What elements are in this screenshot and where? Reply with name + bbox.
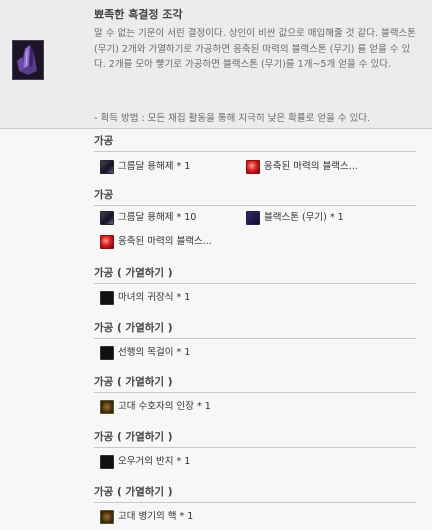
seal-icon — [100, 400, 114, 414]
divider — [94, 447, 416, 448]
recipe-block: 가공 ( 가열하기 ) 마녀의 귀장식 * 1 — [94, 266, 416, 305]
material-item[interactable]: 응축된 마력의 블랙스... — [246, 159, 358, 175]
material-label: 그름달 용해제 * 10 — [118, 212, 197, 223]
divider — [94, 502, 416, 503]
material-label: 응축된 마력의 블랙스... — [118, 236, 212, 247]
ancient-core-icon — [100, 510, 114, 524]
recipe-title: 가공 ( 가열하기 ) — [94, 376, 173, 388]
material-item[interactable]: 선행의 목걸이 * 1 — [100, 345, 190, 361]
recipe-block: 가공 ( 가열하기 ) 고대 병기의 핵 * 1 — [94, 485, 416, 524]
ring-icon — [100, 455, 114, 469]
dark-flask-icon — [100, 211, 114, 225]
recipe-list: 가공 그름달 용해제 * 1 응축된 마력의 블랙스... 가공 그름달 용해제… — [0, 129, 432, 530]
material-label: 고대 수호자의 인장 * 1 — [118, 401, 211, 412]
material-label: 선행의 목걸이 * 1 — [118, 347, 191, 358]
divider — [94, 283, 416, 284]
earring-icon — [100, 291, 114, 305]
recipe-block: 가공 그름달 용해제 * 10 블랙스톤 (무기) * 1 응축된 마력의 블랙… — [94, 188, 416, 249]
recipe-title: 가공 ( 가열하기 ) — [94, 322, 173, 334]
material-label: 그름달 용해제 * 1 — [118, 161, 191, 172]
recipe-block: 가공 ( 가열하기 ) 선행의 목걸이 * 1 — [94, 321, 416, 360]
black-stone-icon — [246, 211, 260, 225]
dark-flask-icon — [100, 160, 114, 174]
item-acquisition: - 획득 방법 : 모든 채집 활동을 통해 지극히 낮은 확률로 얻을 수 있… — [94, 113, 371, 124]
item-title: 뾰족한 흑결정 조각 — [94, 8, 183, 21]
recipe-title: 가공 ( 가열하기 ) — [94, 431, 173, 443]
material-label: 블랙스톤 (무기) * 1 — [264, 212, 344, 223]
material-item[interactable]: 고대 수호자의 인장 * 1 — [100, 399, 211, 415]
material-item[interactable]: 고대 병기의 핵 * 1 — [100, 509, 193, 525]
red-stone-icon — [100, 235, 114, 249]
material-item[interactable]: 그름달 용해제 * 1 — [100, 159, 190, 175]
material-item[interactable]: 오우거의 반지 * 1 — [100, 454, 190, 470]
red-stone-icon — [246, 160, 260, 174]
recipe-title: 가공 ( 가열하기 ) — [94, 267, 173, 279]
recipe-title: 가공 — [94, 135, 114, 147]
material-label: 오우거의 반지 * 1 — [118, 456, 191, 467]
recipe-block: 가공 그름달 용해제 * 1 응축된 마력의 블랙스... — [94, 134, 416, 174]
material-item[interactable]: 블랙스톤 (무기) * 1 — [246, 210, 344, 226]
material-label: 마녀의 귀장식 * 1 — [118, 292, 191, 303]
necklace-icon — [100, 346, 114, 360]
material-item[interactable]: 그름달 용해제 * 10 — [100, 210, 196, 226]
divider — [94, 205, 416, 206]
divider — [94, 338, 416, 339]
material-label: 고대 병기의 핵 * 1 — [118, 511, 194, 522]
recipe-block: 가공 ( 가열하기 ) 오우거의 반지 * 1 — [94, 430, 416, 469]
material-label: 응축된 마력의 블랙스... — [264, 161, 358, 172]
recipe-title: 가공 — [94, 189, 114, 201]
recipe-title: 가공 ( 가열하기 ) — [94, 486, 173, 498]
black-crystal-fragment-icon — [12, 40, 44, 80]
divider — [94, 151, 416, 152]
material-item[interactable]: 응축된 마력의 블랙스... — [100, 234, 212, 250]
material-item[interactable]: 마녀의 귀장식 * 1 — [100, 290, 190, 306]
item-description: 알 수 없는 기운이 서린 결정이다. 상인이 비싼 값으로 매입해줄 것 같다… — [94, 28, 416, 70]
divider — [94, 392, 416, 393]
item-info-panel: 뾰족한 흑결정 조각 알 수 없는 기운이 서린 결정이다. 상인이 비싼 값으… — [0, 0, 432, 129]
recipe-block: 가공 ( 가열하기 ) 고대 수호자의 인장 * 1 — [94, 375, 416, 414]
